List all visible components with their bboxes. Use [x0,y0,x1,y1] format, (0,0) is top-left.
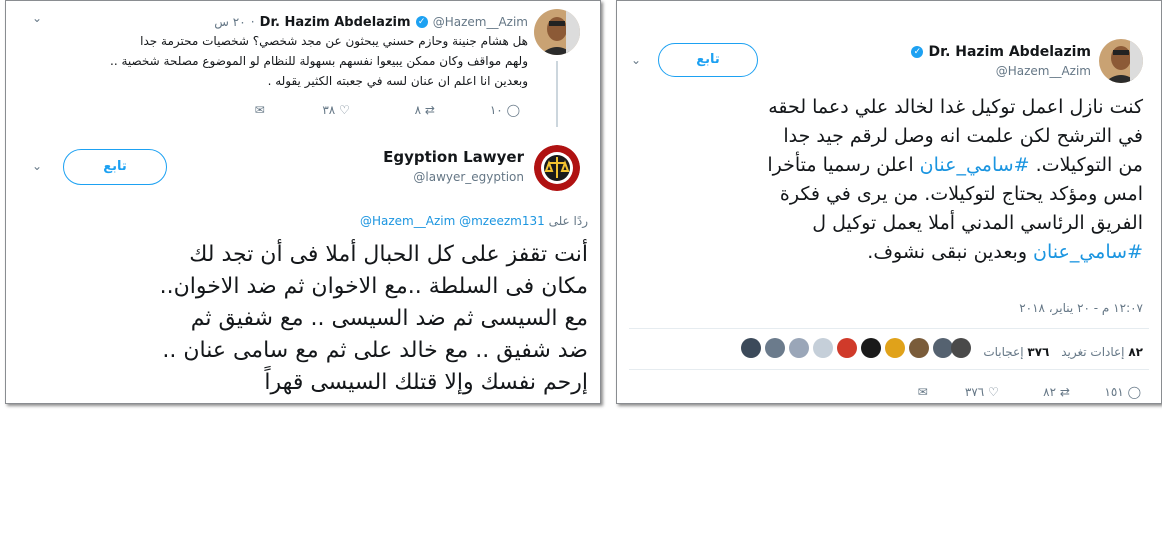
tweet2-author-name[interactable]: Egyption Lawyer [374,148,524,166]
likes-stat[interactable]: ٣٧٦ إعجابات [980,345,1050,359]
tweet1-likes: ٣٨ [322,103,336,117]
chevron-down-icon[interactable]: ⌄ [631,53,641,67]
likes-label: إعجابات [983,345,1024,359]
stats-row: ٨٢ إعادات تغريد ٣٧٦ إعجابات [623,337,1143,363]
hashtag-link[interactable]: #سامي_عنان [1033,241,1143,263]
author-name[interactable]: Dr. Hazim Abdelazim [929,44,1091,60]
heart-icon: ♡ [339,103,350,117]
tweet-text: كنت نازل اعمل توكيل غدا لخالد علي دعما ل… [623,93,1143,267]
tweet-text-line: كنت نازل اعمل توكيل غدا لخالد علي دعما ل… [768,96,1143,118]
tweet1-text: هل هشام جنينة وحازم حسني يبحثون عن مجد ش… [28,31,528,91]
like-action[interactable]: ♡ ٣٧٦ [933,385,999,399]
author-handle[interactable]: @Hazem__Azim [847,64,1091,78]
verified-icon: ✓ [415,15,428,28]
avatar-hazim[interactable] [534,9,580,55]
replies-count: ١٥١ [1104,385,1124,399]
retweets-action-count: ٨٢ [1043,385,1057,399]
reply-action[interactable]: ◯ ١٥١ [1075,385,1141,399]
retweets-count: ٨٢ [1128,345,1143,359]
reply-action[interactable]: ◯ ١٠ [440,103,520,117]
tweet1-replies: ١٠ [489,103,503,117]
avatar-hazim[interactable] [1099,39,1143,83]
tweet-timestamp[interactable]: ١٢:٠٧ م - ٢٠ يناير، ٢٠١٨ [843,301,1143,315]
chevron-down-icon[interactable]: ⌄ [32,11,42,25]
message-action[interactable]: ✉ [205,103,265,117]
reply-prefix: ردًا على [548,214,588,228]
tweet1-retweets: ٨ [414,103,422,117]
tweet-text-line: الفريق الرئاسي المدني أملا يعمل توكيل ل [812,212,1143,234]
divider [629,328,1149,329]
tweet-actions: ◯ ١٥١ ⇄ ٨٢ ♡ ٣٧٦ ✉ [641,381,1141,401]
tweet2-text-line: أنت تقفز على كل الحبال أملا فى أن تجد لك [189,242,588,267]
left-screenshot-panel: Dr. Hazim Abdelazim ✓ @Hazem__Azim · ٢٠ … [5,0,601,404]
reply-icon: ◯ [1127,385,1141,399]
retweets-stat[interactable]: ٨٢ إعادات تغريد [1057,345,1143,359]
tweet-text-line: في الترشح لكن علمت انه وصل لرقم جيد جدا [783,125,1143,147]
retweets-label: إعادات تغريد [1061,345,1125,359]
tweet2-text-line: إرحم نفسك وإلا قتلك السيسى قهراً [264,370,588,395]
avatar-egyption-lawyer[interactable] [534,145,580,191]
tweet1-author-handle[interactable]: @Hazem__Azim [433,15,528,29]
tweet2-header: Egyption Lawyer @lawyer_egyption [374,148,524,184]
tweet2-text: أنت تقفز على كل الحبال أملا فى أن تجد لك… [8,239,588,399]
tweet-text-line: امس ومؤكد يحتاج لتوكيلات. من يرى في فكرة [779,183,1143,205]
likers-avatars[interactable] [740,337,972,368]
tweet1-text-line: وبعدين انا اعلم ان عنان لسه في جعبته الك… [267,74,528,88]
retweet-action[interactable]: ⇄ ٨٢ [1004,385,1070,399]
tweet1-text-line: ولهم مواقف وكان ممكن يبيعوا نفسهم بسهولة… [110,54,528,68]
reply-to-line: ردًا على @Hazem__Azim @mzeezm131 [28,214,588,228]
tweet-text-segment: وبعدين نبقى نشوف. [867,241,1034,263]
verified-icon: ✓ [911,45,924,58]
follow-button[interactable]: تابع [63,149,167,185]
tweet1-text-line: هل هشام جنينة وحازم حسني يبحثون عن مجد ش… [140,34,528,48]
likes-count: ٣٧٦ [1027,345,1050,359]
tweet1-actions: ◯ ١٠ ⇄ ٨ ♡ ٣٨ ✉ [60,99,520,119]
hashtag-link[interactable]: #سامي_عنان [920,154,1030,176]
follow-button[interactable]: تابع [658,43,758,77]
tweet1-header: Dr. Hazim Abdelazim ✓ @Hazem__Azim · ٢٠ … [214,15,528,30]
envelope-icon: ✉ [254,103,265,117]
likes-action-count: ٣٧٦ [964,385,985,399]
envelope-icon: ✉ [917,385,928,399]
tweet2-text-line: مع السيسى ثم ضد السيسى .. مع شفيق ثم [190,306,588,331]
tweet2-author-handle[interactable]: @lawyer_egyption [374,170,524,184]
retweet-action[interactable]: ⇄ ٨ [355,103,435,117]
reply-icon: ◯ [506,103,520,117]
tweet1-author-name[interactable]: Dr. Hazim Abdelazim [260,15,411,30]
tweet1-time[interactable]: ٢٠ س [214,15,245,29]
tweet-text-segment: اعلن رسميا متأخرا [767,154,920,176]
tweet-text-segment: من التوكيلات. [1029,154,1143,176]
tweet-text-line: من التوكيلات. #سامي_عنان اعلن رسميا متأخ… [623,151,1143,180]
right-screenshot-panel: ✓ Dr. Hazim Abdelazim @Hazem__Azim تابع … [616,0,1162,404]
tweet-text-line: #سامي_عنان وبعدين نبقى نشوف. [623,238,1143,267]
tweet2-text-line: مكان فى السلطة ..مع الاخوان ثم ضد الاخوا… [159,274,588,299]
tweet-header: ✓ Dr. Hazim Abdelazim @Hazem__Azim [847,41,1091,78]
divider [629,369,1149,370]
retweet-icon: ⇄ [1059,385,1070,399]
chevron-down-icon[interactable]: ⌄ [32,159,42,173]
liker-avatar-strip [740,338,971,358]
retweet-icon: ⇄ [424,103,435,117]
heart-icon: ♡ [988,385,999,399]
tweet2-text-line: ضد شفيق .. مع خالد على ثم مع سامى عنان .… [162,338,588,363]
reply-to-mentions[interactable]: @Hazem__Azim @mzeezm131 [360,214,545,228]
thread-connector [556,61,558,127]
like-action[interactable]: ♡ ٣٨ [270,103,350,117]
message-action[interactable]: ✉ [888,385,928,399]
